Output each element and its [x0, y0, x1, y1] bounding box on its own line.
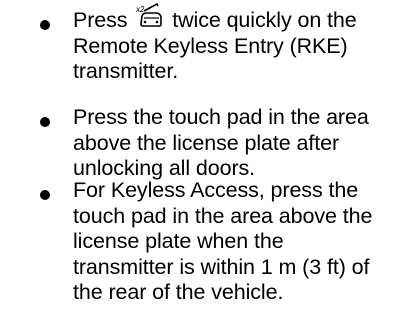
list-item-text: Press x2 twice quickly on the Remote Key — [73, 3, 393, 85]
bullet-dot — [40, 20, 50, 30]
list-item-text: Press the touch pad in the area above th… — [73, 105, 393, 182]
text-line: transmitter. — [73, 59, 179, 83]
text-line: touch pad in the area above the — [73, 203, 373, 228]
text-fragment: twice quickly on the — [172, 8, 357, 32]
text-line: above the license plate after — [73, 130, 340, 155]
liftgate-icon: x2 — [135, 3, 165, 30]
text-line: license plate when the — [73, 229, 284, 253]
bullet-dot — [40, 190, 50, 200]
text-line: Remote Keyless Entry (RKE) — [73, 33, 348, 58]
svg-text:x2: x2 — [135, 5, 145, 14]
list-item-text: For Keyless Access, press the touch pad … — [73, 178, 393, 306]
bullet-dot — [40, 117, 50, 127]
text-line: Press the touch pad in the area — [73, 105, 369, 129]
text-fragment: Press — [73, 8, 128, 32]
text-line: the rear of the vehicle. — [73, 280, 284, 304]
text-line: Press x2 twice quickly on the — [73, 3, 393, 34]
text-line: transmitter is within 1 m (3 ft) of — [73, 254, 370, 279]
text-line: For Keyless Access, press the — [73, 178, 359, 202]
